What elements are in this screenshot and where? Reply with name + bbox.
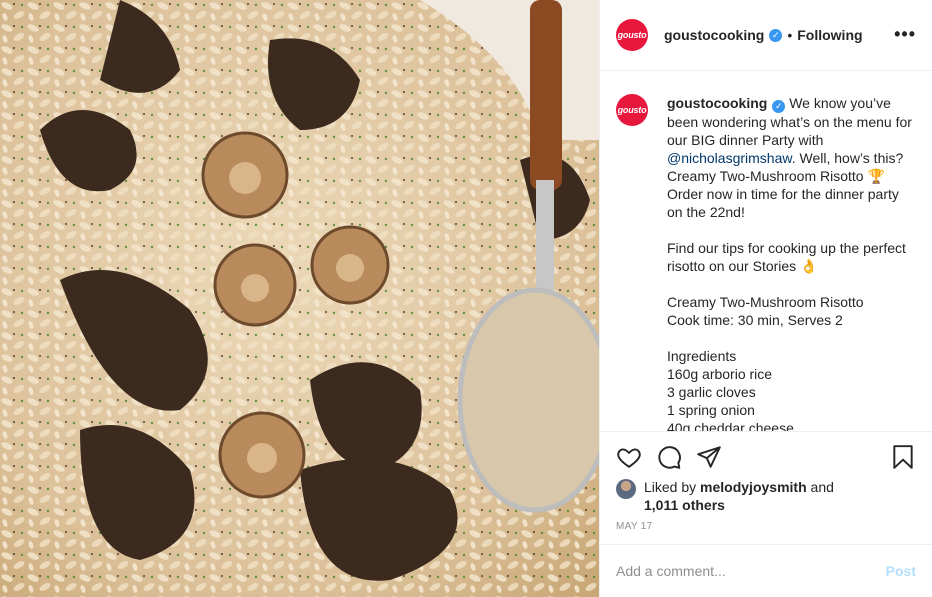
caption-avatar[interactable]: gousto bbox=[616, 94, 648, 126]
likes-summary: Liked by melodyjoysmith and 1,011 others bbox=[616, 478, 916, 514]
likes-middle: and bbox=[806, 479, 834, 495]
comment-icon[interactable] bbox=[656, 444, 682, 470]
caption-scroll-area[interactable]: gousto goustocooking ✓ We know you’ve bee… bbox=[600, 72, 932, 432]
avatar-logo-text: gousto bbox=[617, 30, 647, 40]
likes-others-link[interactable]: 1,011 others bbox=[644, 497, 725, 513]
paper-plane-icon[interactable] bbox=[696, 444, 722, 470]
more-options-icon[interactable]: ••• bbox=[894, 24, 916, 45]
caption-mention-link[interactable]: @nicholasgrimshaw bbox=[667, 150, 792, 166]
caption-username[interactable]: goustocooking bbox=[667, 95, 767, 111]
post-header: gousto goustocooking ✓ • Following ••• bbox=[600, 0, 932, 71]
post-details-panel: gousto goustocooking ✓ • Following ••• g… bbox=[599, 0, 932, 597]
header-separator: • bbox=[787, 27, 793, 43]
caption-avatar-logo-text: gousto bbox=[617, 105, 647, 115]
likes-text: Liked by melodyjoysmith and 1,011 others bbox=[644, 478, 834, 514]
caption-verified-icon: ✓ bbox=[772, 99, 786, 113]
verified-badge-icon: ✓ bbox=[769, 28, 783, 42]
profile-avatar[interactable]: gousto bbox=[616, 19, 648, 51]
post-comment-button[interactable]: Post bbox=[886, 563, 916, 579]
likes-prefix: Liked by bbox=[644, 479, 701, 495]
bookmark-icon[interactable] bbox=[890, 444, 916, 470]
header-username[interactable]: goustocooking bbox=[664, 27, 764, 43]
post-date[interactable]: MAY 17 bbox=[616, 521, 652, 532]
post-image[interactable] bbox=[0, 0, 599, 597]
comment-input[interactable] bbox=[616, 563, 886, 579]
heart-icon[interactable] bbox=[616, 444, 642, 470]
action-bar bbox=[616, 440, 916, 474]
comment-bar: Post bbox=[600, 544, 932, 597]
risotto-photo bbox=[0, 0, 599, 597]
liker-avatar[interactable] bbox=[616, 479, 636, 499]
caption-row: gousto goustocooking ✓ We know you’ve bee… bbox=[616, 94, 916, 432]
following-button[interactable]: Following bbox=[797, 27, 862, 43]
caption-text: goustocooking ✓ We know you’ve been wonde… bbox=[667, 94, 916, 432]
liker-username[interactable]: melodyjoysmith bbox=[700, 479, 807, 495]
caption-body-end: . Well, how’s this? Creamy Two-Mushroom … bbox=[667, 149, 906, 432]
